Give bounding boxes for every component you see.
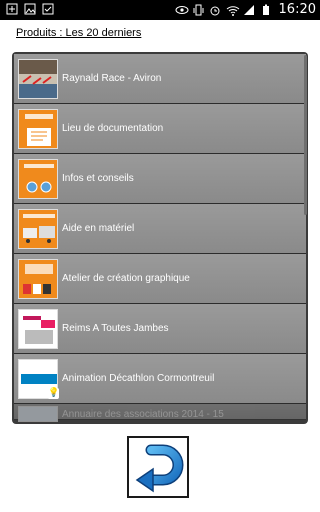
list-item[interactable]: Reims A Toutes Jambes [14, 304, 306, 354]
alarm-icon [209, 4, 221, 16]
documentation-thumbnail [18, 109, 58, 149]
back-button[interactable] [127, 436, 189, 498]
lightbulb-icon: 💡 [48, 388, 60, 399]
list-item-label: Raynald Race - Aviron [62, 73, 162, 84]
page-title: Produits : Les 20 derniers [16, 27, 142, 39]
list-item[interactable]: Atelier de création graphique [14, 254, 306, 304]
equipment-thumbnail [18, 209, 58, 249]
info-thumbnail [18, 159, 58, 199]
list-item-label: Aide en matériel [62, 223, 135, 234]
list-item-label: Lieu de documentation [62, 123, 164, 134]
signal-icon [243, 4, 255, 16]
battery-icon [260, 4, 272, 16]
list-item[interactable]: Infos et conseils [14, 154, 306, 204]
back-arrow-icon [135, 444, 184, 493]
list-item[interactable]: Raynald Race - Aviron [14, 54, 306, 104]
rowing-photo-thumbnail [18, 59, 58, 99]
graphic-workshop-thumbnail [18, 259, 58, 299]
eye-icon [175, 4, 189, 16]
list-item-label: Animation Décathlon Cormontreuil [62, 373, 215, 384]
image-icon [24, 3, 36, 15]
list-item[interactable]: 💡 Animation Décathlon Cormontreuil [14, 354, 306, 404]
scrollbar[interactable] [304, 55, 307, 215]
list-item-label: Reims A Toutes Jambes [62, 323, 169, 334]
list-item-label: Infos et conseils [62, 173, 134, 184]
list-item-label: Annuaire des associations 2014 - 15 [62, 409, 224, 420]
reims-poster-thumbnail [18, 309, 58, 349]
vibrate-icon [192, 4, 204, 16]
add-icon [6, 3, 18, 15]
status-bar: 16:20 [0, 0, 320, 20]
list-item[interactable]: Annuaire des associations 2014 - 15 [14, 404, 306, 422]
list-item[interactable]: Lieu de documentation [14, 104, 306, 154]
list-item-label: Atelier de création graphique [62, 273, 190, 284]
check-icon [42, 3, 54, 15]
directory-cover-thumbnail [18, 406, 58, 422]
list-item[interactable]: Aide en matériel [14, 204, 306, 254]
clock: 16:20 [278, 2, 316, 17]
wifi-icon [226, 4, 239, 16]
product-list[interactable]: Raynald Race - Aviron Lieu de documentat… [12, 52, 308, 424]
